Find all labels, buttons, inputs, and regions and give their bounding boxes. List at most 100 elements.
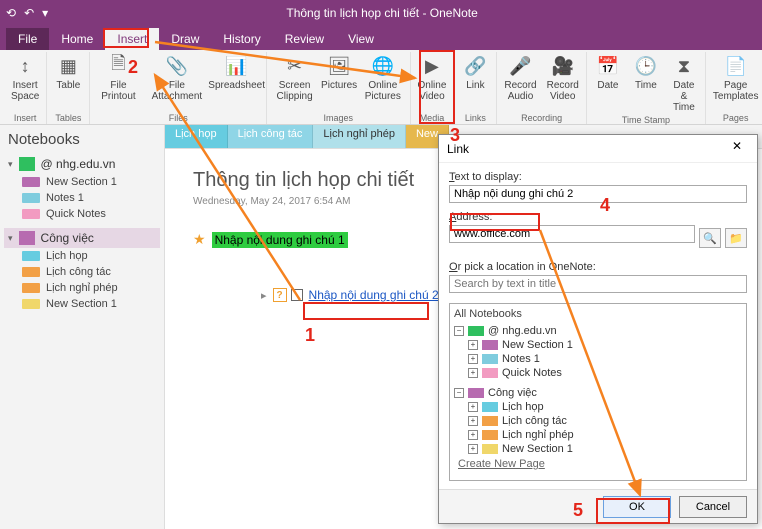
tree-notebook-1[interactable]: −@ nhg.edu.vn	[454, 324, 742, 338]
sidebar-section[interactable]: Notes 1	[4, 190, 160, 206]
ribbon-tabs: File Home Insert Draw History Review Vie…	[0, 25, 762, 50]
section-icon	[22, 193, 40, 203]
address-input[interactable]	[449, 225, 695, 243]
note-1-text[interactable]: Nhập nội dung ghi chú 1	[212, 232, 348, 248]
address-label: Address:	[449, 211, 747, 223]
tree-section[interactable]: +Lịch nghỉ phép	[454, 428, 742, 442]
section-label: Lịch nghỉ phép	[46, 282, 118, 294]
ribbon-insert-space-button[interactable]: ↕Insert Space	[7, 52, 43, 113]
notebook-icon	[19, 157, 35, 171]
tab-review[interactable]: Review	[273, 28, 336, 50]
text-to-display-label: Text to display:	[449, 171, 747, 183]
ribbon-screen-clipping-button[interactable]: ✂Screen Clipping	[270, 52, 319, 113]
file-printout-icon: 🗎	[106, 54, 130, 78]
ribbon-group-label: Images	[324, 113, 354, 124]
ribbon-spreadsheet-button[interactable]: 📊Spreadsheet	[210, 52, 263, 113]
tree-section[interactable]: +Notes 1	[454, 352, 742, 366]
section-label: Lịch họp	[46, 250, 88, 262]
ribbon-group-label: Media	[420, 113, 445, 124]
note-2-link[interactable]: Nhập nội dung ghi chú 2	[309, 288, 439, 302]
tab-insert[interactable]: Insert	[105, 28, 159, 50]
tab-home[interactable]: Home	[49, 28, 105, 50]
ribbon-group-label: Tables	[55, 113, 81, 124]
ribbon-link-button[interactable]: 🔗 Link	[457, 52, 493, 113]
section-tab-1[interactable]: Lịch họp	[165, 125, 228, 148]
location-tree[interactable]: All Notebooks −@ nhg.edu.vn +New Section…	[449, 303, 747, 481]
ribbon-group-label: Insert	[14, 113, 37, 124]
ribbon-online-video-button[interactable]: ▶Online Video	[414, 52, 451, 113]
back-icon[interactable]: ⟲	[6, 6, 16, 20]
date-time-icon: ⧗	[672, 54, 696, 78]
notebook-icon	[19, 231, 35, 245]
ribbon-file-attachment-button[interactable]: 📎File Attachment	[146, 52, 209, 113]
ribbon-group: ↕Insert SpaceInsert	[4, 52, 47, 124]
tab-draw[interactable]: Draw	[159, 28, 211, 50]
tab-history[interactable]: History	[211, 28, 272, 50]
ribbon-table-button[interactable]: ▦Table	[50, 52, 86, 113]
ribbon-record-audio-button[interactable]: 🎤Record Audio	[500, 52, 540, 113]
tree-header: All Notebooks	[454, 308, 742, 320]
create-new-page-link[interactable]: Create New Page	[454, 456, 742, 470]
ribbon-record-video-button[interactable]: 🎥Record Video	[543, 52, 583, 113]
notebook-2[interactable]: ▾ Công việc Lịch họpLịch công tácLịch ng…	[4, 228, 160, 312]
section-label: New Section 1	[46, 176, 117, 188]
close-icon[interactable]: ✕	[725, 139, 749, 159]
ribbon-group-label: Pages	[723, 113, 749, 124]
tree-section[interactable]: +New Section 1	[454, 338, 742, 352]
sidebar-section[interactable]: Quick Notes	[4, 206, 160, 222]
ribbon-group-label: Recording	[521, 113, 562, 124]
section-icon	[22, 299, 40, 309]
tree-section[interactable]: +Lịch công tác	[454, 414, 742, 428]
ribbon-item-label: Link	[466, 80, 484, 91]
ribbon-item-label: Page Templates	[713, 80, 759, 102]
section-tab-2[interactable]: Lịch công tác	[228, 125, 314, 148]
search-location-input[interactable]	[449, 275, 747, 293]
ribbon-pictures-button[interactable]: 🖼Pictures	[321, 52, 357, 113]
section-label: Notes 1	[46, 192, 84, 204]
section-icon	[22, 177, 40, 187]
expand-icon[interactable]: ▾	[8, 233, 13, 244]
ribbon-item-label: File Printout	[97, 80, 139, 102]
section-icon	[22, 267, 40, 277]
ribbon-file-printout-button[interactable]: 🗎File Printout	[93, 52, 143, 113]
title-bar: ⟲ ↶ ▾ Thông tin lịch họp chi tiết - OneN…	[0, 0, 762, 25]
section-tab-3[interactable]: Lịch nghỉ phép	[313, 125, 406, 148]
sidebar-section[interactable]: Lịch nghỉ phép	[4, 280, 160, 296]
ribbon-group: ▦TableTables	[47, 52, 90, 124]
tree-section[interactable]: +New Section 1	[454, 442, 742, 456]
sidebar-section[interactable]: New Section 1	[4, 296, 160, 312]
tree-section[interactable]: +Quick Notes	[454, 366, 742, 380]
ribbon-item-label: Record Video	[547, 80, 579, 102]
tree-notebook-2[interactable]: −Công việc	[454, 386, 742, 400]
notebook-1[interactable]: ▾ @ nhg.edu.vn New Section 1Notes 1Quick…	[4, 154, 160, 222]
ribbon-group: 📄Page TemplatesPages	[706, 52, 762, 124]
tree-section[interactable]: +Lịch họp	[454, 400, 742, 414]
ribbon-item-label: Date	[597, 80, 618, 91]
sidebar-section[interactable]: Lịch họp	[4, 248, 160, 264]
cancel-button[interactable]: Cancel	[679, 496, 747, 518]
undo-icon[interactable]: ↶	[24, 6, 34, 20]
ok-button[interactable]: OK	[603, 496, 671, 518]
tab-view[interactable]: View	[336, 28, 386, 50]
link-icon: 🔗	[463, 54, 487, 78]
expand-icon[interactable]: ▾	[8, 159, 13, 170]
ribbon-online-pictures-button[interactable]: 🌐Online Pictures	[359, 52, 406, 113]
dialog-footer: OK Cancel	[439, 489, 757, 523]
sidebar-section[interactable]: New Section 1	[4, 174, 160, 190]
text-to-display-input[interactable]	[449, 185, 747, 203]
ribbon-group: 🎤Record Audio🎥Record VideoRecording	[497, 52, 587, 124]
ribbon-page-templates-button[interactable]: 📄Page Templates	[709, 52, 762, 113]
ribbon-date-time-button[interactable]: ⧗Date & Time	[666, 52, 702, 115]
sidebar-section[interactable]: Lịch công tác	[4, 264, 160, 280]
browse-web-button[interactable]: 🔍	[699, 228, 721, 248]
browse-file-button[interactable]: 📁	[725, 228, 747, 248]
ribbon-time-button[interactable]: 🕒Time	[628, 52, 664, 115]
tab-file[interactable]: File	[6, 28, 49, 50]
question-tag-icon[interactable]: ?	[273, 288, 287, 302]
ribbon-item-label: Screen Clipping	[274, 80, 315, 102]
ribbon-group: 🔗LinkLinks	[454, 52, 497, 124]
ribbon-item-label: Table	[56, 80, 80, 91]
ribbon-date-button[interactable]: 📅Date	[590, 52, 626, 115]
checkbox-tag-icon[interactable]	[291, 289, 303, 301]
insert-space-icon: ↕	[13, 54, 37, 78]
